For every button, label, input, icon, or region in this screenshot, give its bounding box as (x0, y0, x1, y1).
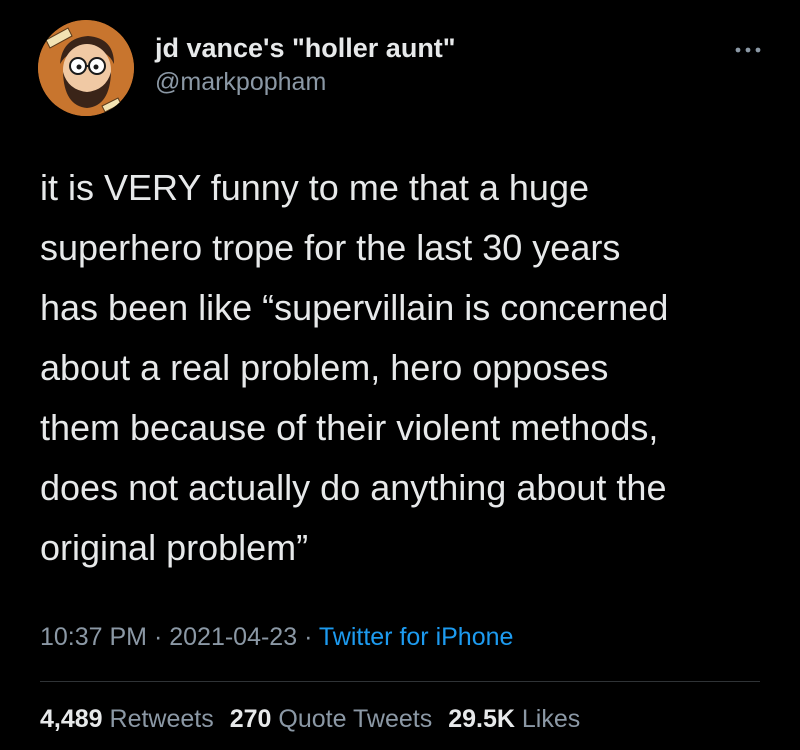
likes-label: Likes (521, 705, 581, 733)
likes-stat[interactable]: 29.5K Likes (448, 705, 580, 733)
cartoon-bearded-man-avatar-icon (38, 20, 134, 116)
meta-separator: · (297, 623, 319, 651)
tweet-date[interactable]: 2021-04-23 (169, 623, 297, 651)
more-horizontal-icon (735, 47, 761, 53)
quote-tweets-label: Quote Tweets (278, 705, 433, 733)
user-handle[interactable]: @markpopham (155, 66, 456, 98)
retweets-stat[interactable]: 4,489 Retweets (40, 705, 214, 733)
author-info: jd vance's "holler aunt" @markpopham (155, 32, 456, 98)
likes-count: 29.5K (448, 705, 515, 733)
avatar[interactable] (38, 20, 134, 116)
retweets-count: 4,489 (40, 705, 103, 733)
quote-tweets-count: 270 (229, 705, 272, 733)
tweet-source-link[interactable]: Twitter for iPhone (319, 623, 514, 651)
divider (40, 681, 760, 682)
tweet-detail: jd vance's "holler aunt" @markpopham it … (0, 0, 800, 750)
meta-separator: · (147, 623, 170, 651)
quote-tweets-stat[interactable]: 270 Quote Tweets (230, 705, 432, 733)
more-options-button[interactable] (728, 40, 768, 60)
tweet-meta: 10:37 PM · 2021-04-23 · Twitter for iPho… (40, 621, 513, 653)
display-name[interactable]: jd vance's "holler aunt" (155, 32, 456, 64)
tweet-text: it is VERY funny to me that a huge super… (40, 167, 669, 568)
tweet-time[interactable]: 10:37 PM (40, 623, 147, 651)
tweet-stats: 4,489 Retweets 270 Quote Tweets 29.5K Like… (40, 703, 580, 735)
retweets-label: Retweets (109, 705, 214, 733)
